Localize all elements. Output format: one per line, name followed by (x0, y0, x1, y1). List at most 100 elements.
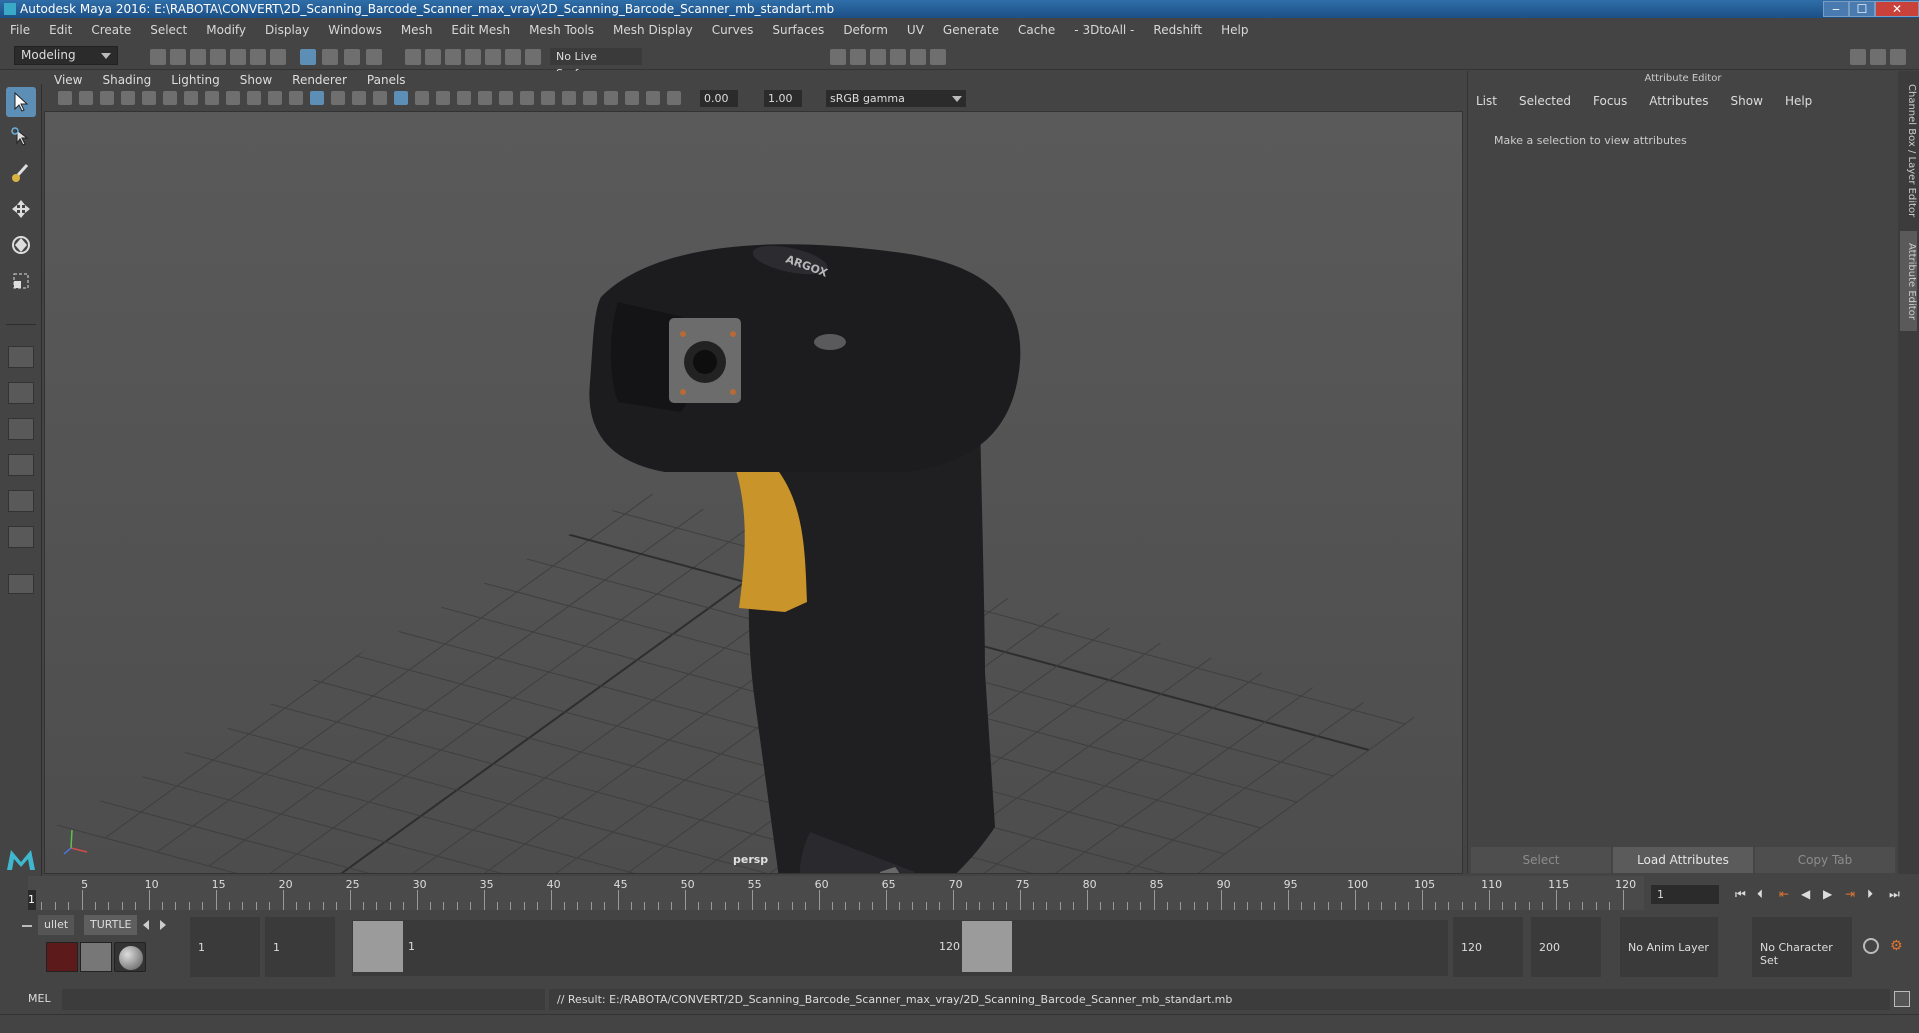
viewport-tool-icon[interactable] (121, 91, 135, 105)
menu-item[interactable]: Edit (49, 23, 72, 37)
status-tool-icon[interactable] (525, 49, 541, 65)
single-pane-layout-button[interactable] (8, 346, 34, 368)
viewport-tool-icon[interactable] (604, 91, 618, 105)
hypershade-layout-button[interactable] (8, 526, 34, 548)
attribute-menu-item[interactable]: Help (1785, 94, 1812, 108)
menu-item[interactable]: Generate (943, 23, 999, 37)
viewport-tool-icon[interactable] (310, 91, 324, 105)
close-button[interactable]: ✕ (1875, 1, 1919, 17)
step-back-frame-icon[interactable]: ⇤ (1779, 887, 1791, 901)
exposure-field[interactable]: 0.00 (700, 90, 738, 107)
viewport-tool-icon[interactable] (352, 91, 366, 105)
menu-item[interactable]: UV (907, 23, 924, 37)
status-tool-icon[interactable] (830, 49, 846, 65)
persp-graph-layout-button[interactable] (8, 454, 34, 476)
shelf-prev-icon[interactable] (143, 920, 149, 930)
status-tool-icon[interactable] (210, 49, 226, 65)
viewport-tool-icon[interactable] (100, 91, 114, 105)
side-by-side-layout-button[interactable] (8, 418, 34, 440)
script-language-label[interactable]: MEL (28, 992, 51, 1005)
viewport-tool-icon[interactable] (58, 91, 72, 105)
viewport-tool-icon[interactable] (646, 91, 660, 105)
viewport-tool-icon[interactable] (583, 91, 597, 105)
tab-attribute-editor[interactable]: Attribute Editor (1900, 231, 1917, 331)
status-tool-icon[interactable] (485, 49, 501, 65)
tab-channel-box[interactable]: Channel Box / Layer Editor (1900, 81, 1917, 221)
status-tool-icon[interactable] (910, 49, 926, 65)
status-tool-icon[interactable] (465, 49, 481, 65)
viewport-tool-icon[interactable] (667, 91, 681, 105)
status-tool-icon[interactable] (850, 49, 866, 65)
load-attributes-button[interactable]: Load Attributes (1613, 847, 1753, 873)
step-back-key-icon[interactable]: ⏴ (1757, 887, 1769, 901)
maximize-button[interactable]: ☐ (1849, 1, 1875, 17)
select-button[interactable]: Select (1471, 847, 1611, 873)
workspace-toggle-icon[interactable] (1850, 49, 1866, 65)
status-tool-icon[interactable] (270, 49, 286, 65)
menu-item[interactable]: Display (265, 23, 309, 37)
command-input[interactable] (62, 989, 545, 1010)
custom-layout-button[interactable] (8, 574, 34, 594)
shelf-tab-bullet[interactable]: ullet (38, 915, 75, 935)
mode-selector[interactable]: Modeling (14, 46, 118, 65)
minimize-button[interactable]: ‒ (1823, 1, 1849, 17)
menu-item[interactable]: Windows (328, 23, 382, 37)
viewport-tool-icon[interactable] (520, 91, 534, 105)
attribute-menu-item[interactable]: Attributes (1649, 94, 1708, 108)
menu-item[interactable]: - 3DtoAll - (1074, 23, 1134, 37)
turtle-sphere-icon[interactable] (114, 942, 146, 972)
live-surface-field[interactable]: No Live Surface (550, 48, 642, 80)
attribute-menu-item[interactable]: Focus (1593, 94, 1627, 108)
viewport-tool-icon[interactable] (436, 91, 450, 105)
playback-end-field[interactable]: 120 (1453, 917, 1523, 977)
menu-item[interactable]: Modify (206, 23, 246, 37)
status-tool-icon[interactable] (190, 49, 206, 65)
status-tool-icon[interactable] (230, 49, 246, 65)
range-end-handle[interactable] (962, 921, 1012, 972)
copy-tab-button[interactable]: Copy Tab (1755, 847, 1895, 873)
menu-item[interactable]: Mesh (401, 23, 433, 37)
viewport-tool-icon[interactable] (247, 91, 261, 105)
go-to-end-icon[interactable]: ⏭ (1889, 887, 1901, 901)
status-tool-icon[interactable] (344, 49, 360, 65)
status-tool-icon[interactable] (150, 49, 166, 65)
turtle-render-icon[interactable] (46, 942, 78, 972)
viewport-tool-icon[interactable] (562, 91, 576, 105)
turtle-bake-icon[interactable] (80, 942, 112, 972)
status-tool-icon[interactable] (405, 49, 421, 65)
panel-menu-item[interactable]: Panels (367, 73, 406, 87)
menu-item[interactable]: Edit Mesh (451, 23, 510, 37)
panel-menu-item[interactable]: Lighting (171, 73, 220, 87)
range-start-handle[interactable] (353, 921, 403, 972)
auto-key-icon[interactable] (1863, 938, 1879, 954)
preferences-icon[interactable]: ⚙ (1890, 938, 1908, 954)
status-tool-icon[interactable] (505, 49, 521, 65)
status-tool-icon[interactable] (425, 49, 441, 65)
play-forward-icon[interactable]: ▶ (1823, 887, 1835, 901)
attribute-menu-item[interactable]: List (1476, 94, 1497, 108)
shelf-next-icon[interactable] (160, 920, 166, 930)
time-slider[interactable]: 5 10 15 20 25 30 35 40 45 50 55 60 65 70 75 80 85 90 95 100… (28, 876, 1644, 910)
select-tool-button[interactable] (6, 87, 36, 117)
end-time-field[interactable]: 200 (1531, 917, 1601, 977)
viewport-tool-icon[interactable] (268, 91, 282, 105)
viewport-tool-icon[interactable] (289, 91, 303, 105)
attribute-menu-item[interactable]: Selected (1519, 94, 1571, 108)
workspace-toggle-icon[interactable] (1890, 49, 1906, 65)
viewport-tool-icon[interactable] (226, 91, 240, 105)
start-time-field[interactable]: 1 (190, 917, 260, 977)
lasso-tool-button[interactable] (6, 122, 36, 152)
panel-menu-item[interactable]: Show (240, 73, 272, 87)
attribute-menu-item[interactable]: Show (1731, 94, 1763, 108)
range-bar[interactable] (352, 920, 1448, 976)
move-tool-button[interactable] (6, 194, 36, 224)
viewport-tool-icon[interactable] (79, 91, 93, 105)
status-tool-icon[interactable] (445, 49, 461, 65)
status-tool-icon[interactable] (300, 49, 316, 65)
viewport-tool-icon[interactable] (457, 91, 471, 105)
character-set-select[interactable]: No Character Set (1752, 917, 1852, 977)
panel-menu-item[interactable]: Shading (102, 73, 151, 87)
panel-menu-item[interactable]: Renderer (292, 73, 347, 87)
anim-layer-select[interactable]: No Anim Layer (1620, 917, 1718, 977)
status-tool-icon[interactable] (870, 49, 886, 65)
